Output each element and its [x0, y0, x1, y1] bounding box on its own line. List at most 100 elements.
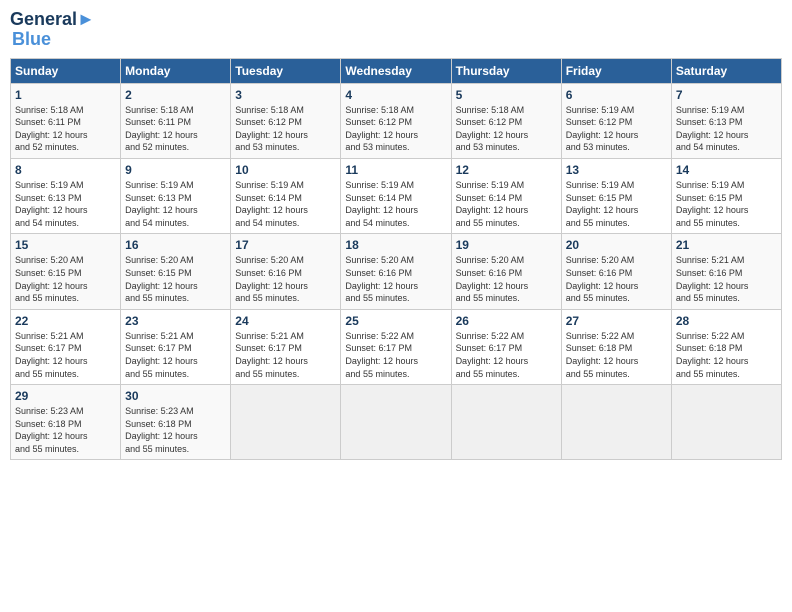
day-info: Sunrise: 5:20 AM Sunset: 6:16 PM Dayligh…: [456, 254, 557, 304]
logo: General► Blue: [10, 10, 95, 50]
day-info: Sunrise: 5:18 AM Sunset: 6:11 PM Dayligh…: [15, 104, 116, 154]
day-info: Sunrise: 5:21 AM Sunset: 6:16 PM Dayligh…: [676, 254, 777, 304]
calendar-day-cell: 11 Sunrise: 5:19 AM Sunset: 6:14 PM Dayli…: [341, 158, 451, 233]
calendar-day-cell: 20 Sunrise: 5:20 AM Sunset: 6:16 PM Dayli…: [561, 234, 671, 309]
day-number: 25: [345, 314, 446, 328]
day-number: 6: [566, 88, 667, 102]
calendar-day-cell: 28 Sunrise: 5:22 AM Sunset: 6:18 PM Dayli…: [671, 309, 781, 384]
day-number: 19: [456, 238, 557, 252]
day-number: 24: [235, 314, 336, 328]
calendar-week-row: 1Sunrise: 5:18 AM Sunset: 6:11 PM Daylig…: [11, 83, 782, 158]
calendar-day-cell: 9Sunrise: 5:19 AM Sunset: 6:13 PM Daylig…: [121, 158, 231, 233]
day-info: Sunrise: 5:22 AM Sunset: 6:18 PM Dayligh…: [676, 330, 777, 380]
day-number: 3: [235, 88, 336, 102]
day-info: Sunrise: 5:19 AM Sunset: 6:13 PM Dayligh…: [125, 179, 226, 229]
calendar-day-cell: 24 Sunrise: 5:21 AM Sunset: 6:17 PM Dayli…: [231, 309, 341, 384]
calendar-day-cell: 3 Sunrise: 5:18 AM Sunset: 6:12 PM Daylig…: [231, 83, 341, 158]
day-number: 13: [566, 163, 667, 177]
calendar-table: SundayMondayTuesdayWednesdayThursdayFrid…: [10, 58, 782, 461]
day-number: 20: [566, 238, 667, 252]
day-number: 27: [566, 314, 667, 328]
day-info: Sunrise: 5:18 AM Sunset: 6:12 PM Dayligh…: [345, 104, 446, 154]
day-info: Sunrise: 5:19 AM Sunset: 6:14 PM Dayligh…: [235, 179, 336, 229]
calendar-day-cell: [451, 385, 561, 460]
day-info: Sunrise: 5:19 AM Sunset: 6:13 PM Dayligh…: [676, 104, 777, 154]
day-number: 12: [456, 163, 557, 177]
page-header: General► Blue: [10, 10, 782, 50]
logo-blue: Blue: [12, 30, 95, 50]
day-info: Sunrise: 5:21 AM Sunset: 6:17 PM Dayligh…: [235, 330, 336, 380]
day-number: 2: [125, 88, 226, 102]
logo-text: General►: [10, 10, 95, 30]
calendar-week-row: 15 Sunrise: 5:20 AM Sunset: 6:15 PM Dayli…: [11, 234, 782, 309]
calendar-day-cell: 10Sunrise: 5:19 AM Sunset: 6:14 PM Dayli…: [231, 158, 341, 233]
calendar-day-cell: 15Sunrise: 5:20 AM Sunset: 6:15 PM Dayli…: [11, 234, 121, 309]
day-of-week-header: Friday: [561, 58, 671, 83]
day-info: Sunrise: 5:19 AM Sunset: 6:13 PM Dayligh…: [15, 179, 116, 229]
day-of-week-header: Sunday: [11, 58, 121, 83]
day-of-week-header: Saturday: [671, 58, 781, 83]
day-number: 26: [456, 314, 557, 328]
calendar-day-cell: 23Sunrise: 5:21 AM Sunset: 6:17 PM Dayli…: [121, 309, 231, 384]
calendar-day-cell: 19 Sunrise: 5:20 AM Sunset: 6:16 PM Dayli…: [451, 234, 561, 309]
day-info: Sunrise: 5:19 AM Sunset: 6:15 PM Dayligh…: [676, 179, 777, 229]
calendar-day-cell: 26 Sunrise: 5:22 AM Sunset: 6:17 PM Dayli…: [451, 309, 561, 384]
day-number: 16: [125, 238, 226, 252]
day-number: 22: [15, 314, 116, 328]
day-info: Sunrise: 5:19 AM Sunset: 6:14 PM Dayligh…: [345, 179, 446, 229]
day-info: Sunrise: 5:18 AM Sunset: 6:12 PM Dayligh…: [235, 104, 336, 154]
day-info: Sunrise: 5:20 AM Sunset: 6:16 PM Dayligh…: [235, 254, 336, 304]
calendar-day-cell: 2 Sunrise: 5:18 AM Sunset: 6:11 PM Daylig…: [121, 83, 231, 158]
day-info: Sunrise: 5:19 AM Sunset: 6:14 PM Dayligh…: [456, 179, 557, 229]
calendar-day-cell: 8 Sunrise: 5:19 AM Sunset: 6:13 PM Daylig…: [11, 158, 121, 233]
calendar-day-cell: 18Sunrise: 5:20 AM Sunset: 6:16 PM Dayli…: [341, 234, 451, 309]
calendar-day-cell: 6 Sunrise: 5:19 AM Sunset: 6:12 PM Daylig…: [561, 83, 671, 158]
calendar-day-cell: [341, 385, 451, 460]
day-of-week-header: Thursday: [451, 58, 561, 83]
day-number: 30: [125, 389, 226, 403]
day-info: Sunrise: 5:23 AM Sunset: 6:18 PM Dayligh…: [125, 405, 226, 455]
calendar-day-cell: 16 Sunrise: 5:20 AM Sunset: 6:15 PM Dayli…: [121, 234, 231, 309]
day-info: Sunrise: 5:18 AM Sunset: 6:12 PM Dayligh…: [456, 104, 557, 154]
calendar-day-cell: 4Sunrise: 5:18 AM Sunset: 6:12 PM Daylig…: [341, 83, 451, 158]
day-info: Sunrise: 5:21 AM Sunset: 6:17 PM Dayligh…: [125, 330, 226, 380]
calendar-day-cell: [671, 385, 781, 460]
day-info: Sunrise: 5:20 AM Sunset: 6:15 PM Dayligh…: [125, 254, 226, 304]
day-number: 5: [456, 88, 557, 102]
day-number: 11: [345, 163, 446, 177]
day-info: Sunrise: 5:18 AM Sunset: 6:11 PM Dayligh…: [125, 104, 226, 154]
calendar-day-cell: 25 Sunrise: 5:22 AM Sunset: 6:17 PM Dayli…: [341, 309, 451, 384]
day-info: Sunrise: 5:22 AM Sunset: 6:17 PM Dayligh…: [456, 330, 557, 380]
day-number: 8: [15, 163, 116, 177]
calendar-week-row: 29Sunrise: 5:23 AM Sunset: 6:18 PM Dayli…: [11, 385, 782, 460]
calendar-day-cell: 21Sunrise: 5:21 AM Sunset: 6:16 PM Dayli…: [671, 234, 781, 309]
calendar-week-row: 22 Sunrise: 5:21 AM Sunset: 6:17 PM Dayli…: [11, 309, 782, 384]
day-of-week-header: Tuesday: [231, 58, 341, 83]
day-info: Sunrise: 5:20 AM Sunset: 6:16 PM Dayligh…: [345, 254, 446, 304]
calendar-week-row: 8 Sunrise: 5:19 AM Sunset: 6:13 PM Daylig…: [11, 158, 782, 233]
calendar-day-cell: 13 Sunrise: 5:19 AM Sunset: 6:15 PM Dayli…: [561, 158, 671, 233]
day-info: Sunrise: 5:22 AM Sunset: 6:18 PM Dayligh…: [566, 330, 667, 380]
day-info: Sunrise: 5:19 AM Sunset: 6:12 PM Dayligh…: [566, 104, 667, 154]
calendar-day-cell: [561, 385, 671, 460]
day-info: Sunrise: 5:20 AM Sunset: 6:16 PM Dayligh…: [566, 254, 667, 304]
day-number: 14: [676, 163, 777, 177]
day-info: Sunrise: 5:21 AM Sunset: 6:17 PM Dayligh…: [15, 330, 116, 380]
calendar-day-cell: 5 Sunrise: 5:18 AM Sunset: 6:12 PM Daylig…: [451, 83, 561, 158]
calendar-day-cell: 27 Sunrise: 5:22 AM Sunset: 6:18 PM Dayli…: [561, 309, 671, 384]
calendar-day-cell: 14 Sunrise: 5:19 AM Sunset: 6:15 PM Dayli…: [671, 158, 781, 233]
day-number: 17: [235, 238, 336, 252]
calendar-day-cell: 12 Sunrise: 5:19 AM Sunset: 6:14 PM Dayli…: [451, 158, 561, 233]
day-number: 15: [15, 238, 116, 252]
calendar-header-row: SundayMondayTuesdayWednesdayThursdayFrid…: [11, 58, 782, 83]
calendar-day-cell: 30 Sunrise: 5:23 AM Sunset: 6:18 PM Dayli…: [121, 385, 231, 460]
calendar-day-cell: 22 Sunrise: 5:21 AM Sunset: 6:17 PM Dayli…: [11, 309, 121, 384]
day-info: Sunrise: 5:19 AM Sunset: 6:15 PM Dayligh…: [566, 179, 667, 229]
day-info: Sunrise: 5:23 AM Sunset: 6:18 PM Dayligh…: [15, 405, 116, 455]
calendar-day-cell: 7Sunrise: 5:19 AM Sunset: 6:13 PM Daylig…: [671, 83, 781, 158]
day-of-week-header: Wednesday: [341, 58, 451, 83]
day-info: Sunrise: 5:22 AM Sunset: 6:17 PM Dayligh…: [345, 330, 446, 380]
calendar-day-cell: 1Sunrise: 5:18 AM Sunset: 6:11 PM Daylig…: [11, 83, 121, 158]
day-of-week-header: Monday: [121, 58, 231, 83]
day-number: 28: [676, 314, 777, 328]
